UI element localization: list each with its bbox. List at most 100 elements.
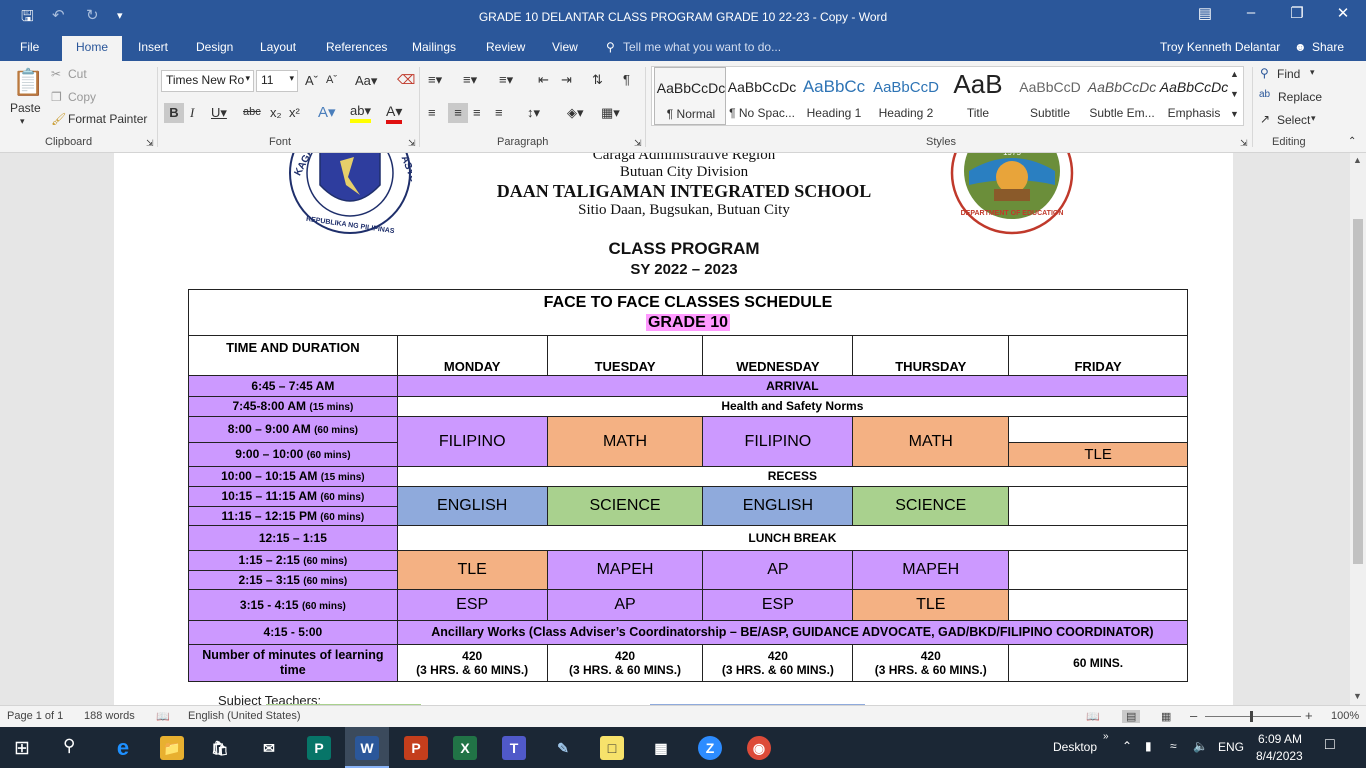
clear-formatting-icon[interactable]: ⌫ xyxy=(397,72,415,88)
increase-indent-icon[interactable]: ⇥ xyxy=(561,72,572,88)
chevron-down-icon[interactable]: ▾ xyxy=(1311,113,1316,124)
excel-icon[interactable]: X xyxy=(453,736,477,760)
styles-more-icon[interactable]: ▼ xyxy=(1230,109,1239,119)
decrease-indent-icon[interactable]: ⇤ xyxy=(538,72,549,88)
page-count[interactable]: Page 1 of 1 xyxy=(7,710,63,722)
style-subtitle[interactable]: AaBbCcD Subtitle xyxy=(1014,67,1086,125)
styles-launcher-icon[interactable]: ⇲ xyxy=(1240,138,1248,149)
clock-date[interactable]: 8/4/2023 xyxy=(1256,749,1303,763)
store-icon[interactable]: 🛍 xyxy=(208,736,232,760)
style-title[interactable]: AaB Title xyxy=(942,67,1014,125)
pilcrow-icon[interactable]: ¶ xyxy=(623,72,630,87)
numbering-icon[interactable]: ≡▾ xyxy=(463,72,477,88)
sticky-notes-icon[interactable]: □ xyxy=(600,736,624,760)
publisher-icon[interactable]: P xyxy=(307,736,331,760)
cut-button[interactable]: Cut xyxy=(68,67,87,81)
tray-overflow-icon[interactable]: ⌃ xyxy=(1122,739,1132,753)
style-heading-1[interactable]: AaBbCc Heading 1 xyxy=(798,67,870,125)
shading-icon[interactable]: ◈▾ xyxy=(567,105,584,121)
word-icon[interactable]: W xyxy=(355,736,379,760)
find-button[interactable]: Find xyxy=(1277,67,1300,81)
paste-icon[interactable]: 📋 xyxy=(12,67,44,98)
zoom-level[interactable]: 100% xyxy=(1331,710,1359,722)
tab-references[interactable]: References xyxy=(326,40,387,54)
paragraph-launcher-icon[interactable]: ⇲ xyxy=(634,138,642,149)
style-subtle-emphasis[interactable]: AaBbCcDc Subtle Em... xyxy=(1086,67,1158,125)
paste-dropdown-icon[interactable]: ▾ xyxy=(20,116,25,127)
minimize-button[interactable]: – xyxy=(1228,4,1274,21)
calculator-icon[interactable]: ▦ xyxy=(649,736,673,760)
scroll-up-icon[interactable]: ▲ xyxy=(1353,155,1362,165)
replace-button[interactable]: Replace xyxy=(1278,90,1322,104)
scrollbar-thumb[interactable] xyxy=(1353,219,1363,564)
battery-icon[interactable]: ▮ xyxy=(1145,739,1152,753)
copy-button[interactable]: Copy xyxy=(68,90,96,104)
grow-font-icon[interactable]: Aˇ xyxy=(305,73,318,88)
underline-icon[interactable]: U▾ xyxy=(211,105,227,121)
maximize-button[interactable]: ❐ xyxy=(1274,4,1320,22)
chrome-icon[interactable]: ◉ xyxy=(747,736,771,760)
language-tray[interactable]: ENG xyxy=(1218,740,1244,754)
align-right-icon[interactable]: ≡ xyxy=(473,105,481,120)
styles-scroll-up-icon[interactable]: ▲ xyxy=(1230,69,1239,79)
paste-button[interactable]: Paste xyxy=(10,101,41,115)
teams-icon[interactable]: T xyxy=(502,736,526,760)
highlight-icon[interactable]: ab▾ xyxy=(350,103,371,123)
line-spacing-icon[interactable]: ↕▾ xyxy=(527,105,540,121)
zoom-in-button[interactable]: + xyxy=(1305,708,1313,723)
select-button[interactable]: Select xyxy=(1277,113,1310,127)
tab-file[interactable]: File xyxy=(20,40,39,54)
tab-review[interactable]: Review xyxy=(486,40,525,54)
web-layout-icon[interactable]: ▦ xyxy=(1161,710,1171,723)
subscript-icon[interactable]: x₂ xyxy=(270,105,282,120)
sort-icon[interactable]: ⇅ xyxy=(592,72,603,88)
change-case-icon[interactable]: Aa▾ xyxy=(355,73,377,89)
zoom-out-button[interactable]: – xyxy=(1190,708,1197,723)
notepad-icon[interactable]: ✎ xyxy=(551,736,575,760)
shrink-font-icon[interactable]: Aˇ xyxy=(326,74,337,86)
word-count[interactable]: 188 words xyxy=(84,710,135,722)
zoom-slider[interactable] xyxy=(1205,716,1301,717)
font-size-select[interactable]: 11 ▾ xyxy=(256,70,298,92)
multilevel-list-icon[interactable]: ≡▾ xyxy=(499,72,513,88)
zoom-app-icon[interactable]: Z xyxy=(698,736,722,760)
desktop-toolbar[interactable]: Desktop xyxy=(1053,740,1097,754)
font-name-select[interactable]: Times New Ro ▾ xyxy=(161,70,254,92)
chevron-down-icon[interactable]: ▾ xyxy=(1310,67,1315,78)
tab-insert[interactable]: Insert xyxy=(138,40,168,54)
edge-icon[interactable]: e xyxy=(111,736,135,760)
styles-scroll-down-icon[interactable]: ▼ xyxy=(1230,89,1239,99)
proofing-icon[interactable]: 📖 xyxy=(156,710,170,723)
justify-icon[interactable]: ≡ xyxy=(495,105,503,120)
mail-icon[interactable]: ✉ xyxy=(257,736,281,760)
clipboard-launcher-icon[interactable]: ⇲ xyxy=(146,138,154,149)
style-no-spacing[interactable]: AaBbCcDc ¶ No Spac... xyxy=(726,67,798,125)
notification-icon[interactable]: □ xyxy=(1325,736,1335,754)
tab-view[interactable]: View xyxy=(552,40,578,54)
tab-layout[interactable]: Layout xyxy=(260,40,296,54)
format-painter-button[interactable]: Format Painter xyxy=(68,112,147,126)
ribbon-display-icon[interactable]: ▤ xyxy=(1182,4,1228,22)
file-explorer-icon[interactable]: 📁 xyxy=(160,736,184,760)
tab-design[interactable]: Design xyxy=(196,40,233,54)
collapse-ribbon-icon[interactable]: ⌃ xyxy=(1348,136,1356,147)
read-mode-icon[interactable]: 📖 xyxy=(1086,710,1100,723)
tab-home[interactable]: Home xyxy=(62,36,123,61)
style-emphasis[interactable]: AaBbCcDc Emphasis xyxy=(1158,67,1230,125)
clock-time[interactable]: 6:09 AM xyxy=(1258,732,1302,746)
bold-icon[interactable]: B xyxy=(164,103,184,123)
chevron-icon[interactable]: » xyxy=(1103,731,1109,742)
superscript-icon[interactable]: x² xyxy=(289,105,300,120)
align-center-icon[interactable]: ≡ xyxy=(448,103,468,123)
print-layout-icon[interactable]: ▤ xyxy=(1122,710,1141,723)
close-button[interactable]: ✕ xyxy=(1320,4,1366,22)
italic-icon[interactable]: I xyxy=(190,105,194,121)
strikethrough-icon[interactable]: abc xyxy=(243,106,261,118)
font-launcher-icon[interactable]: ⇲ xyxy=(408,138,416,149)
search-icon[interactable]: ⚲ xyxy=(63,736,75,756)
bullets-icon[interactable]: ≡▾ xyxy=(428,72,442,88)
scroll-down-icon[interactable]: ▼ xyxy=(1353,691,1362,701)
font-color-icon[interactable]: A▾ xyxy=(386,103,403,124)
text-effects-icon[interactable]: A▾ xyxy=(318,103,336,121)
tab-mailings[interactable]: Mailings xyxy=(412,40,456,54)
